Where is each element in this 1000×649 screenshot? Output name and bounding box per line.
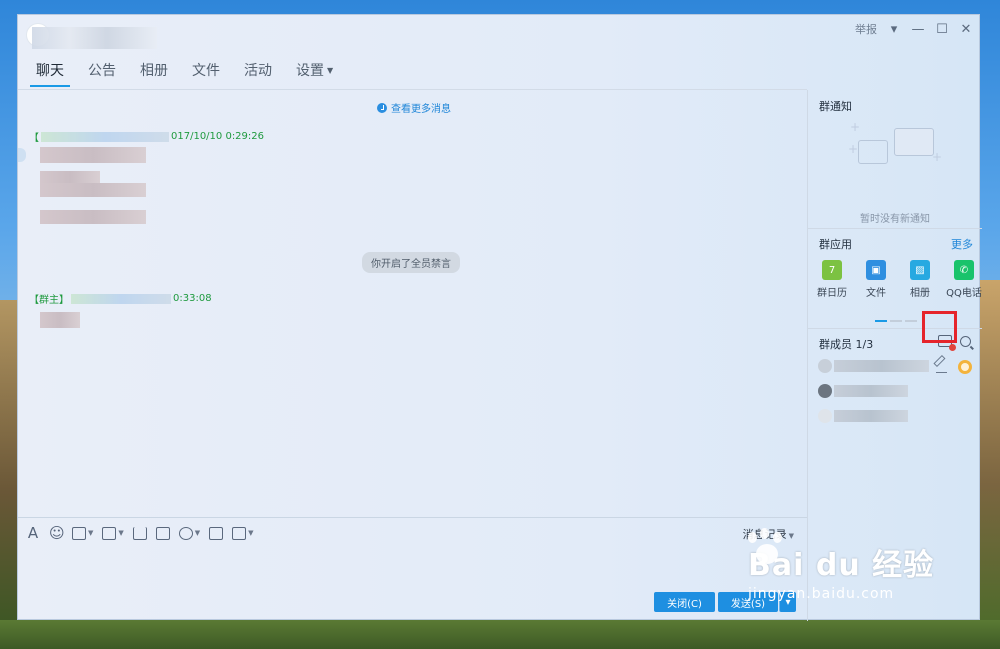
app-album[interactable]: ▨ 相册 (902, 260, 938, 299)
group-notice-title: 群通知 (819, 100, 852, 113)
app-group-calendar[interactable]: 7 群日历 (814, 260, 850, 299)
tab-files[interactable]: 文件 (184, 61, 228, 87)
chevron-down-icon: ▼ (88, 529, 94, 537)
image-button[interactable]: ▼ (102, 525, 124, 541)
more-apps-link[interactable]: 更多 (951, 236, 973, 252)
gift-button[interactable] (155, 525, 170, 541)
archive-button[interactable] (209, 525, 224, 541)
maximize-icon[interactable]: ☐ (935, 22, 949, 37)
sender-name-blurred[interactable] (41, 131, 169, 142)
message-content-blurred (40, 183, 146, 197)
scissors-icon (178, 526, 193, 540)
gift-icon (155, 526, 170, 540)
tab-bar: 聊天 公告 相册 文件 活动 设置 ▼ (28, 61, 349, 87)
input-toolbar: A ☺ ▼ ▼ ▼ ▼ (26, 525, 254, 541)
highlight-annotation-box (922, 311, 957, 343)
sender-name-blurred[interactable] (71, 293, 171, 304)
emoji-icon: ☺ (49, 523, 65, 542)
font-button[interactable]: A (26, 525, 40, 541)
pager-dot[interactable] (875, 320, 887, 322)
member-list-item[interactable] (818, 409, 908, 423)
watermark-url: jingyan.baidu.com (748, 586, 895, 602)
search-icon[interactable] (960, 335, 971, 347)
close-button[interactable]: 关闭(C) (654, 592, 715, 612)
magic-emoji-button[interactable]: ▼ (72, 525, 93, 541)
image-icon (102, 526, 117, 540)
magic-expression-icon (72, 526, 86, 540)
avatar (818, 384, 832, 398)
app-files[interactable]: ▣ 文件 (858, 260, 894, 299)
app-qq-call[interactable]: ✆ QQ电话 (946, 260, 982, 299)
tab-chat[interactable]: 聊天 (28, 61, 72, 87)
group-apps-list: 7 群日历 ▣ 文件 ▨ 相册 ✆ QQ电话 (814, 260, 982, 299)
sidebar-divider (808, 228, 982, 229)
chat-bubble-icon (894, 128, 934, 156)
minimize-icon[interactable]: — (911, 22, 925, 37)
group-name-blurred (32, 27, 157, 49)
message-content-blurred (40, 312, 80, 328)
edit-icon[interactable] (936, 362, 947, 373)
group-members-title: 群成员 1/3 (819, 338, 874, 351)
chevron-down-icon: ▼ (118, 529, 124, 537)
message-content-blurred (40, 210, 146, 224)
empty-notice-illustration: + + + (848, 120, 943, 164)
message-header: 【 017/10/10 0:29:26 (29, 131, 265, 144)
message-settings-icon (232, 526, 247, 540)
tab-album[interactable]: 相册 (132, 61, 176, 87)
report-link[interactable]: 举报 (855, 21, 877, 37)
message-content-blurred (40, 147, 146, 163)
phone-icon: ✆ (954, 260, 974, 280)
archive-icon (209, 526, 224, 540)
folder-icon: ▣ (866, 260, 886, 280)
desktop-grass (0, 620, 1000, 649)
system-notice-mute-all: 你开启了全员禁言 (362, 252, 460, 273)
window-controls: 举报 ▾ — ☐ ✕ (855, 21, 973, 37)
collapse-arrow-icon[interactable] (18, 148, 26, 162)
close-icon[interactable]: ✕ (959, 22, 973, 37)
screenshot-button[interactable]: ▼ (178, 525, 201, 541)
clock-icon (377, 102, 387, 113)
pager-dot[interactable] (905, 320, 917, 322)
menu-dropdown-icon[interactable]: ▾ (887, 22, 901, 37)
group-owner-icon (958, 360, 972, 374)
more-tools-button[interactable]: ▼ (232, 525, 254, 541)
chevron-down-icon: ▼ (194, 529, 201, 537)
qq-group-chat-window: 举报 ▾ — ☐ ✕ 聊天 公告 相册 文件 活动 设置 ▼ 查看更多消息 【 0… (17, 14, 982, 621)
chat-area: 查看更多消息 【 017/10/10 0:29:26 你开启了全员禁言 【群主】… (18, 90, 807, 517)
no-new-notice-text: 暂时没有新通知 (860, 214, 930, 225)
message-header: 【群主】 0:33:08 (29, 293, 212, 306)
tab-settings[interactable]: 设置 ▼ (288, 61, 341, 87)
paw-logo-icon (740, 528, 792, 574)
member-list-item[interactable] (818, 384, 908, 398)
desktop-landscape-right (980, 280, 1000, 620)
tab-activities[interactable]: 活动 (236, 61, 280, 87)
chevron-down-icon: ▼ (327, 66, 334, 75)
upload-button[interactable] (132, 525, 147, 541)
chat-bubble-icon (858, 140, 888, 164)
font-icon: A (27, 523, 39, 542)
apps-pager (875, 320, 917, 322)
view-more-messages-link[interactable]: 查看更多消息 (377, 100, 451, 115)
calendar-icon: 7 (822, 260, 842, 280)
avatar (818, 409, 832, 423)
tab-announcement[interactable]: 公告 (80, 61, 124, 87)
member-list-item[interactable] (818, 359, 933, 373)
desktop-landscape-left (0, 300, 17, 620)
member-name-blurred (834, 385, 908, 397)
member-name-blurred (834, 360, 929, 372)
member-name-blurred (834, 410, 908, 422)
photo-icon: ▨ (910, 260, 930, 280)
avatar (818, 359, 832, 373)
pager-dot[interactable] (890, 320, 902, 322)
chevron-down-icon: ▼ (248, 529, 254, 537)
emoji-button[interactable]: ☺ (49, 523, 65, 542)
input-divider (18, 517, 807, 518)
group-apps-title: 群应用 (819, 238, 852, 251)
baidu-jingyan-watermark: Bai du 经验 jingyan.baidu.com (748, 528, 934, 602)
upload-icon (132, 526, 147, 540)
